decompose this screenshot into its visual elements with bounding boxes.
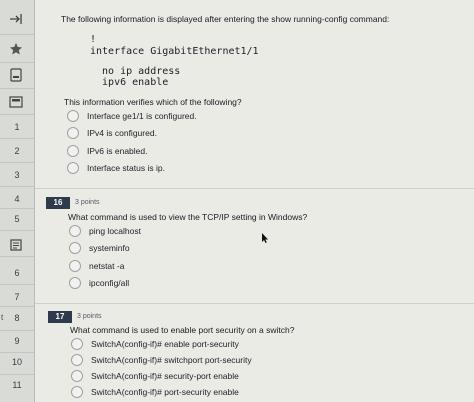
- nav-question-10[interactable]: 10: [0, 357, 34, 367]
- points-label: 3 points: [77, 313, 102, 320]
- q16-option-a[interactable]: ping localhost: [69, 225, 141, 237]
- option-label: IPv6 is enabled.: [87, 146, 148, 156]
- question-15-intro: The following information is displayed a…: [61, 14, 390, 24]
- option-label: Interface status is ip.: [87, 163, 165, 173]
- nav-question-6[interactable]: 6: [0, 268, 34, 278]
- mouse-cursor-icon: [262, 233, 268, 243]
- radio-button[interactable]: [69, 277, 81, 289]
- q15-option-b[interactable]: IPv4 is configured.: [67, 127, 157, 139]
- nav-question-3[interactable]: 3: [0, 170, 34, 180]
- question-17-prompt: What command is used to enable port secu…: [70, 325, 295, 335]
- option-label: netstat -a: [89, 261, 125, 271]
- nav-question-11[interactable]: 11: [0, 380, 34, 390]
- code-line-2: interface GigabitEthernet1/1: [90, 46, 259, 57]
- collapse-sidebar-icon[interactable]: [8, 12, 24, 26]
- nav-question-7[interactable]: 7: [0, 292, 34, 302]
- option-label: Interface ge1/1 is configured.: [87, 111, 197, 121]
- radio-button[interactable]: [67, 127, 79, 139]
- points-label: 3 points: [75, 199, 100, 206]
- question-panel: The following information is displayed a…: [35, 0, 474, 402]
- bookmark-star-icon[interactable]: [8, 42, 24, 56]
- q17-option-a[interactable]: SwitchA(config-if)# enable port-security: [71, 338, 239, 350]
- radio-button[interactable]: [71, 370, 83, 382]
- question-number-badge: 16: [46, 197, 70, 209]
- radio-button[interactable]: [69, 225, 81, 237]
- radio-button[interactable]: [69, 260, 81, 272]
- edge-marker: t: [1, 313, 4, 322]
- option-label: ipconfig/all: [89, 278, 130, 288]
- q17-option-c[interactable]: SwitchA(config-if)# security-port enable: [71, 370, 239, 382]
- q15-option-a[interactable]: Interface ge1/1 is configured.: [67, 110, 197, 122]
- radio-button[interactable]: [67, 162, 79, 174]
- radio-button[interactable]: [71, 354, 83, 366]
- nav-question-2[interactable]: 2: [0, 146, 34, 156]
- option-label: SwitchA(config-if)# enable port-security: [91, 339, 239, 349]
- q17-option-b[interactable]: SwitchA(config-if)# switchport port-secu…: [71, 354, 252, 366]
- q16-option-c[interactable]: netstat -a: [69, 260, 124, 272]
- calculator-icon[interactable]: [8, 95, 24, 109]
- question-nav-sidebar: 1 2 3 4 5 6 7 8 9 10 11 t: [0, 0, 35, 402]
- code-line-3: no ip address: [90, 66, 181, 77]
- nav-question-9[interactable]: 9: [0, 336, 34, 346]
- q17-option-d[interactable]: SwitchA(config-if)# port-security enable: [71, 386, 239, 398]
- radio-button[interactable]: [69, 242, 81, 254]
- option-label: systeminfo: [89, 243, 130, 253]
- question-15-prompt: This information verifies which of the f…: [64, 97, 242, 107]
- code-line-4: ipv6 enable: [90, 77, 169, 88]
- option-label: SwitchA(config-if)# switchport port-secu…: [91, 355, 252, 365]
- flag-card-icon[interactable]: [8, 68, 24, 82]
- option-label: SwitchA(config-if)# security-port enable: [91, 371, 239, 381]
- question-16-prompt: What command is used to view the TCP/IP …: [68, 212, 308, 222]
- radio-button[interactable]: [71, 338, 83, 350]
- q16-option-b[interactable]: systeminfo: [69, 242, 130, 254]
- radio-button[interactable]: [67, 110, 79, 122]
- nav-question-1[interactable]: 1: [0, 122, 34, 132]
- q15-option-d[interactable]: Interface status is ip.: [67, 162, 165, 174]
- nav-question-5[interactable]: 5: [0, 214, 34, 224]
- question-number-badge: 17: [48, 311, 72, 323]
- q15-option-c[interactable]: IPv6 is enabled.: [67, 145, 147, 157]
- notes-icon[interactable]: [8, 238, 24, 252]
- radio-button[interactable]: [67, 145, 79, 157]
- radio-button[interactable]: [71, 386, 83, 398]
- q16-option-d[interactable]: ipconfig/all: [69, 277, 129, 289]
- nav-question-8[interactable]: 8: [0, 313, 34, 323]
- option-label: SwitchA(config-if)# port-security enable: [91, 387, 239, 397]
- option-label: ping localhost: [89, 226, 141, 236]
- nav-question-4[interactable]: 4: [0, 194, 34, 204]
- option-label: IPv4 is configured.: [87, 128, 157, 138]
- code-line-1: !: [90, 34, 97, 45]
